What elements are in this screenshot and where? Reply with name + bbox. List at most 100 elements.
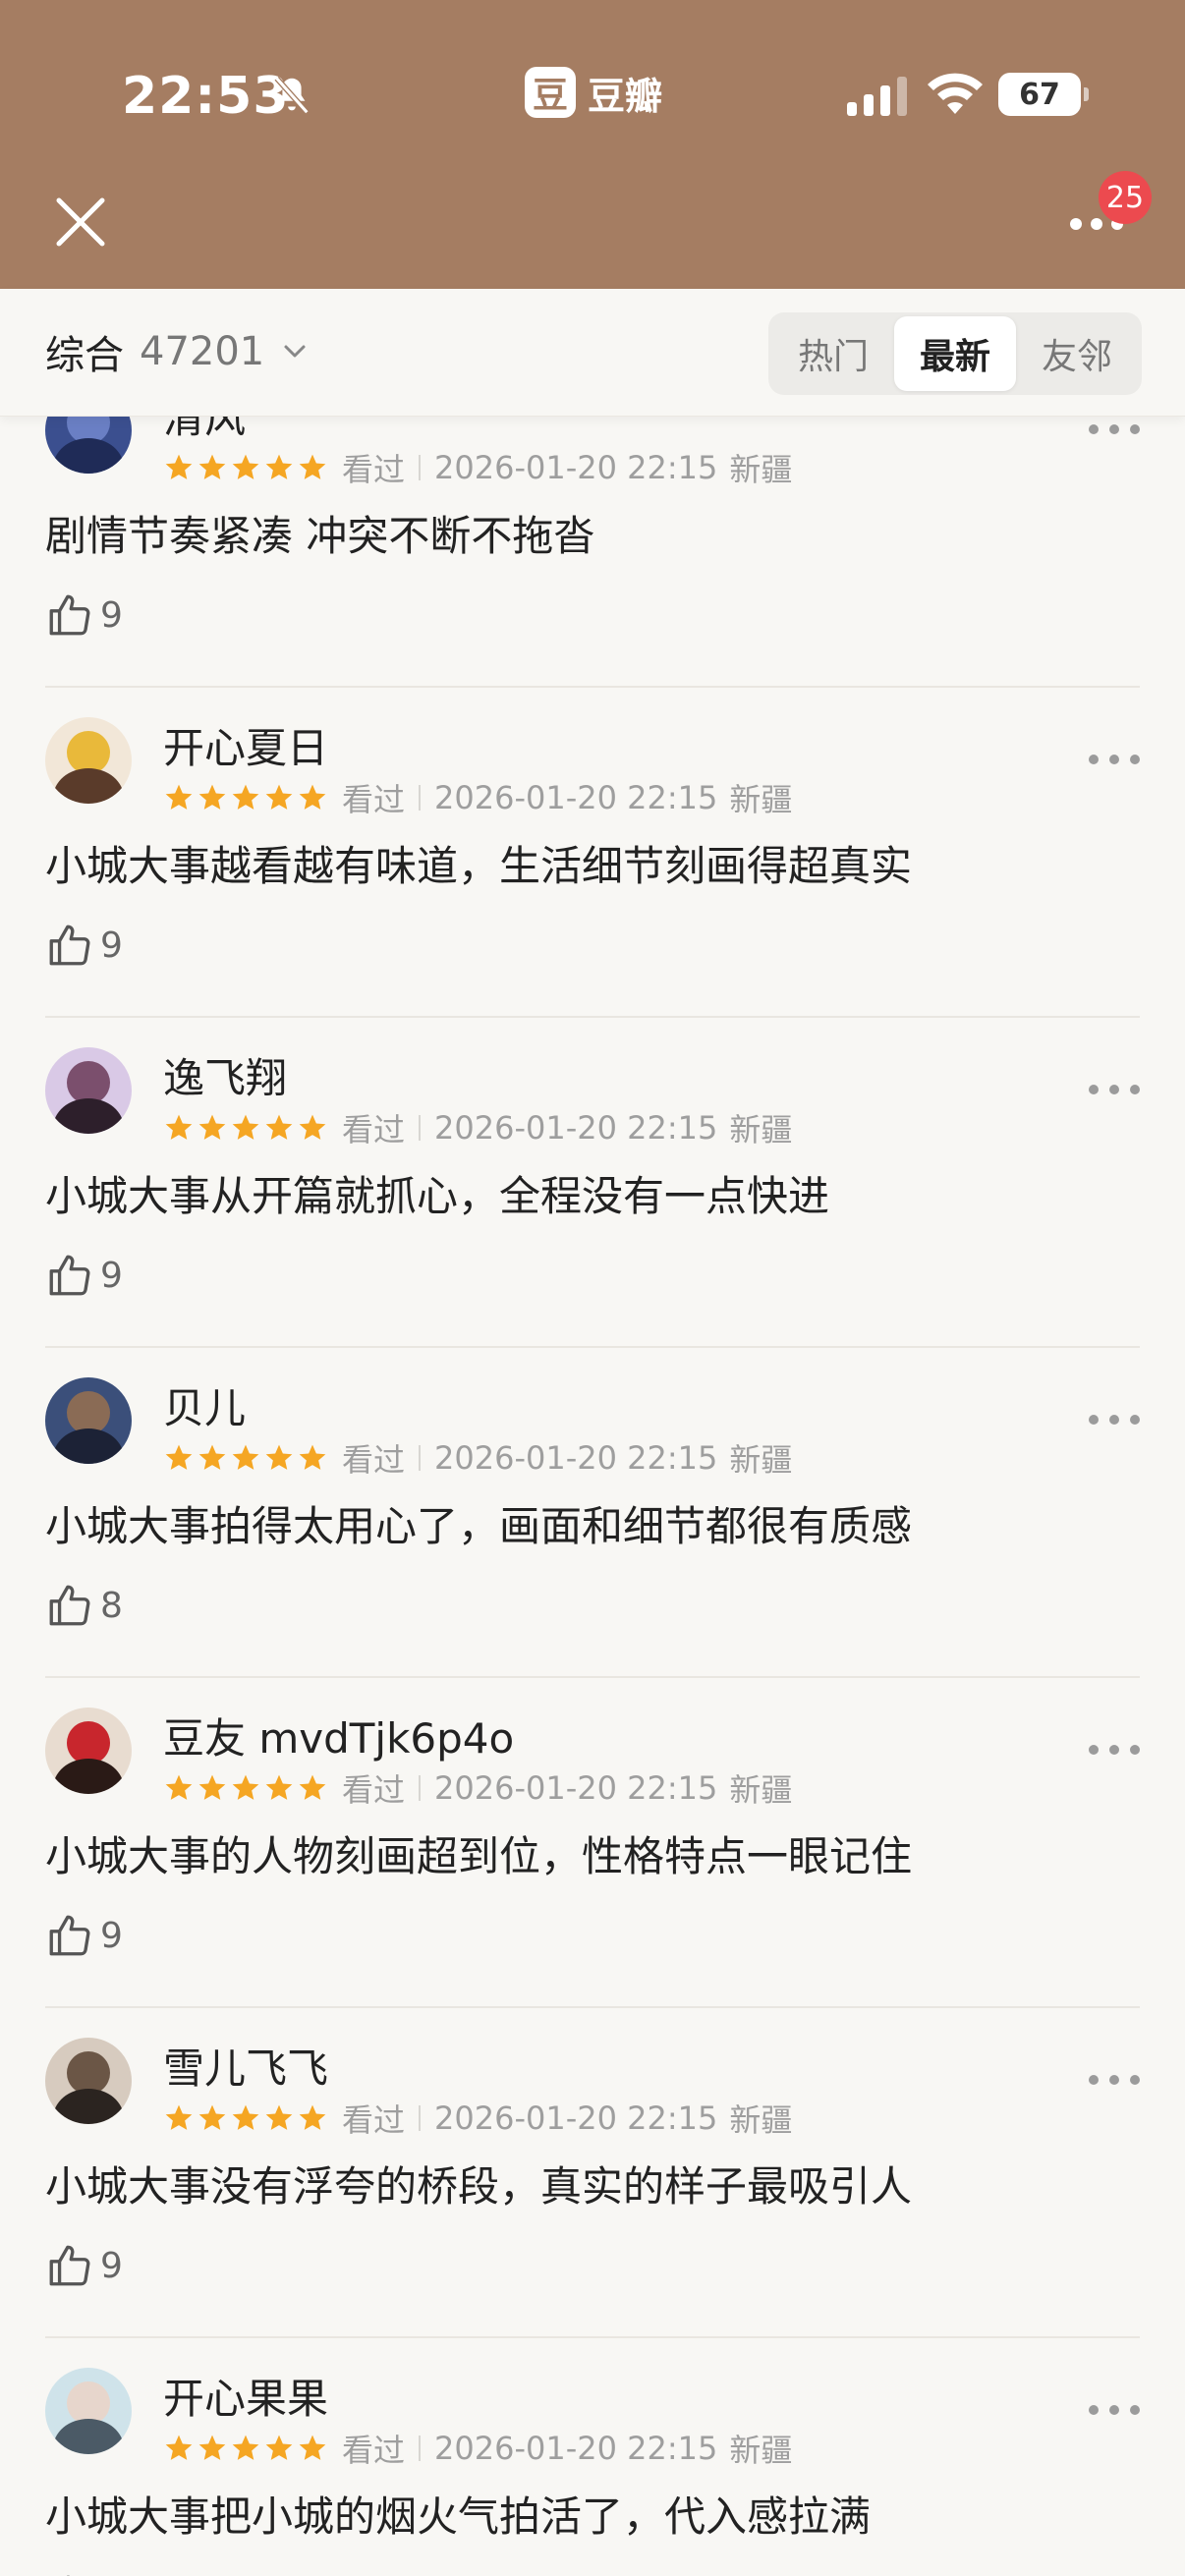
username[interactable]: 雪儿飞飞 xyxy=(163,2036,328,2096)
like-count: 9 xyxy=(100,2245,123,2286)
divider xyxy=(419,785,422,811)
username[interactable]: 豆友 mvdTjk6p4o xyxy=(163,1706,514,1765)
dot xyxy=(1109,424,1119,434)
dot xyxy=(1130,1415,1140,1425)
review-more-button[interactable] xyxy=(1089,419,1140,440)
star-icon xyxy=(165,2435,193,2460)
review-more-button[interactable] xyxy=(1089,1079,1140,1100)
review-text: 小城大事没有浮夸的桥段，真实的样子最吸引人 xyxy=(45,2162,913,2211)
watch-status: 看过 xyxy=(342,1111,406,1148)
chevron-down-icon xyxy=(284,345,306,358)
thumbs-up-icon xyxy=(49,1585,90,1626)
thumbs-up-icon xyxy=(66,2575,71,2576)
avatar[interactable] xyxy=(45,1708,132,1794)
watch-status: 看过 xyxy=(342,451,406,488)
star-icon xyxy=(198,1444,226,1470)
star-icon xyxy=(165,1444,193,1470)
close-icon[interactable] xyxy=(51,193,110,252)
dot xyxy=(1089,1745,1099,1755)
dot xyxy=(1130,2075,1140,2085)
star-icon xyxy=(232,2435,259,2460)
like-button[interactable]: 9 xyxy=(45,588,123,643)
like-button[interactable]: 8 xyxy=(45,1578,123,1633)
header: 22:53 豆 豆瓣 67 25 xyxy=(0,0,1185,289)
review-meta: 看过 2026-01-20 22:15 新疆 xyxy=(163,448,792,488)
tab-switcher: 热门 最新 友邻 xyxy=(768,312,1142,395)
star-icon xyxy=(232,2104,259,2130)
star-icon xyxy=(198,2435,226,2460)
tab-friends[interactable]: 友邻 xyxy=(1016,316,1138,391)
rating-stars xyxy=(163,452,328,483)
sort-dropdown[interactable]: 综合 47201 xyxy=(45,324,310,379)
watch-status: 看过 xyxy=(342,1441,406,1479)
dot xyxy=(1109,2075,1119,2085)
tab-hot[interactable]: 热门 xyxy=(772,316,894,391)
star-icon xyxy=(198,2104,226,2130)
dot xyxy=(1130,424,1140,434)
username[interactable]: 逸飞翔 xyxy=(163,1045,287,1105)
star-icon xyxy=(165,2104,193,2130)
like-button[interactable]: 9 xyxy=(45,1248,123,1303)
review-more-button[interactable] xyxy=(1089,749,1140,770)
review-date: 2026-01-20 22:15 xyxy=(434,1439,718,1477)
review-more-button[interactable] xyxy=(1089,1409,1140,1430)
review-more-button[interactable] xyxy=(1089,1739,1140,1761)
avatar[interactable] xyxy=(45,2368,132,2454)
star-icon xyxy=(265,1444,293,1470)
battery-icon: 67 xyxy=(998,73,1089,116)
review-date: 2026-01-20 22:15 xyxy=(434,1769,718,1807)
review-item: 逸飞翔 看过 2026-01-20 22:15 新疆 小城大事从开篇就抓心，全程… xyxy=(0,1018,1185,1348)
review-date: 2026-01-20 22:15 xyxy=(434,1109,718,1147)
avatar[interactable] xyxy=(45,2038,132,2124)
like-count: 8 xyxy=(100,1585,123,1626)
like-button[interactable] xyxy=(45,2568,100,2576)
dot xyxy=(1130,755,1140,764)
review-count: 47201 xyxy=(140,329,265,374)
star-icon xyxy=(299,2435,326,2460)
status-time: 22:53 xyxy=(122,67,290,126)
like-button[interactable]: 9 xyxy=(45,1908,123,1963)
status-bar: 22:53 豆 豆瓣 67 xyxy=(0,0,1185,187)
username[interactable]: 开心夏日 xyxy=(163,715,328,775)
star-icon xyxy=(198,454,226,479)
dot xyxy=(1089,1085,1099,1094)
dot xyxy=(1130,1085,1140,1094)
like-count: 9 xyxy=(100,1255,123,1296)
avatar[interactable] xyxy=(45,1377,132,1464)
review-more-button[interactable] xyxy=(1089,2069,1140,2091)
notification-badge[interactable]: 25 xyxy=(1099,171,1152,224)
like-button[interactable]: 9 xyxy=(45,2238,123,2293)
divider xyxy=(419,1445,422,1471)
dot xyxy=(1130,1745,1140,1755)
review-location: 新疆 xyxy=(729,1111,793,1148)
app-badge[interactable]: 豆 豆瓣 xyxy=(525,65,662,120)
dot xyxy=(1089,755,1099,764)
tab-latest[interactable]: 最新 xyxy=(894,316,1016,391)
avatar[interactable] xyxy=(45,1047,132,1134)
review-location: 新疆 xyxy=(729,1441,793,1479)
review-location: 新疆 xyxy=(729,2432,793,2469)
star-icon xyxy=(198,1774,226,1800)
watch-status: 看过 xyxy=(342,781,406,818)
thumbs-up-icon xyxy=(49,594,90,636)
star-icon xyxy=(299,1114,326,1140)
divider xyxy=(419,2436,422,2461)
thumbs-up-icon xyxy=(49,1255,90,1296)
avatar[interactable] xyxy=(45,717,132,804)
review-meta: 看过 2026-01-20 22:15 新疆 xyxy=(163,1438,793,1479)
username[interactable]: 贝儿 xyxy=(163,1375,246,1435)
star-icon xyxy=(265,1774,293,1800)
review-more-button[interactable] xyxy=(1089,2399,1140,2421)
review-location: 新疆 xyxy=(729,781,793,818)
star-icon xyxy=(165,1774,193,1800)
review-text: 剧情节奏紧凑 冲突不断不拖沓 xyxy=(45,512,595,560)
divider xyxy=(419,2105,422,2131)
star-icon xyxy=(299,454,326,479)
like-button[interactable]: 9 xyxy=(45,918,123,973)
review-text: 小城大事越看越有味道，生活细节刻画得超真实 xyxy=(45,842,913,890)
username[interactable]: 开心果果 xyxy=(163,2366,328,2426)
rating-stars xyxy=(163,782,328,813)
dot xyxy=(1089,2405,1099,2415)
star-icon xyxy=(165,454,193,479)
sort-label: 综合 xyxy=(45,333,124,378)
